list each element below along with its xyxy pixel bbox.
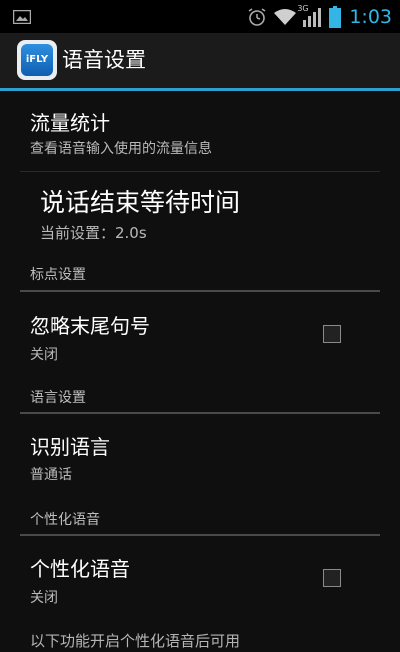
status-bar: 3G 1:03	[0, 0, 400, 33]
category-personal-voice: 个性化语音	[30, 512, 100, 528]
app-icon[interactable]: iFLY	[17, 40, 57, 80]
picture-notification-icon	[13, 10, 31, 24]
traffic-stats-summary: 查看语音输入使用的流量信息	[30, 141, 212, 157]
page-title: 语音设置	[62, 48, 146, 72]
signal-icon: 3G	[297, 4, 322, 28]
clock: 1:03	[349, 6, 392, 28]
ignore-period-summary: 关闭	[30, 347, 58, 363]
network-type-label: 3G	[297, 4, 309, 13]
traffic-stats-item[interactable]: 流量统计 查看语音输入使用的流量信息	[0, 91, 400, 171]
category-language: 语言设置	[30, 390, 86, 406]
wait-time-item[interactable]: 说话结束等待时间 当前设置：2.0s	[0, 172, 400, 246]
battery-icon	[329, 6, 342, 28]
personal-voice-checkbox[interactable]	[323, 569, 341, 587]
traffic-stats-title: 流量统计	[30, 111, 110, 135]
recognize-language-summary: 普通话	[30, 467, 72, 483]
alarm-icon	[248, 8, 266, 26]
action-bar: iFLY 语音设置	[0, 33, 400, 88]
personal-voice-footer-note: 以下功能开启个性化语音后可用	[30, 632, 241, 650]
app-icon-label: iFLY	[21, 44, 53, 76]
ignore-period-item[interactable]: 忽略末尾句号 关闭	[0, 292, 400, 370]
personal-voice-title: 个性化语音	[30, 557, 130, 581]
ignore-period-checkbox[interactable]	[323, 325, 341, 343]
settings-list: 流量统计 查看语音输入使用的流量信息 说话结束等待时间 当前设置：2.0s 标点…	[0, 91, 400, 652]
personal-voice-summary: 关闭	[30, 590, 58, 606]
recognize-language-item[interactable]: 识别语言 普通话	[0, 414, 400, 492]
personal-voice-item[interactable]: 个性化语音 关闭	[0, 536, 400, 614]
category-punctuation: 标点设置	[30, 267, 86, 283]
wait-time-title: 说话结束等待时间	[40, 188, 241, 217]
wifi-icon	[274, 9, 297, 25]
recognize-language-title: 识别语言	[30, 435, 110, 459]
wait-time-summary: 当前设置：2.0s	[40, 224, 147, 242]
ignore-period-title: 忽略末尾句号	[30, 314, 150, 338]
